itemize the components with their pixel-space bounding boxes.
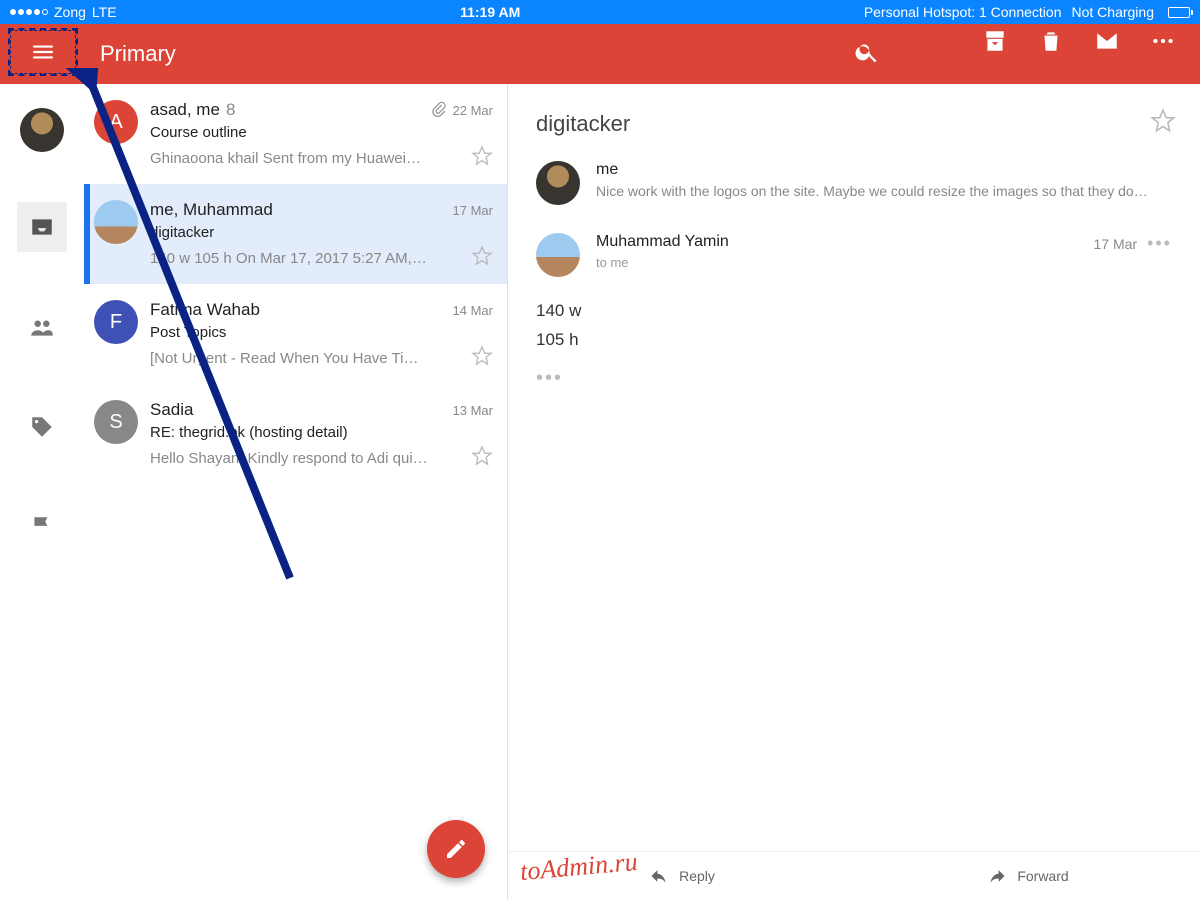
expanded-message: Muhammad Yamin to me 17 Mar ••• 140 w 10… bbox=[508, 225, 1200, 410]
star-toggle[interactable] bbox=[471, 345, 493, 372]
sender-label: me, Muhammad bbox=[150, 200, 273, 220]
reading-pane: digitacker me Nice work with the logos o… bbox=[508, 84, 1200, 900]
subject-label: Post Topics bbox=[150, 324, 493, 341]
attachment-icon bbox=[431, 101, 447, 120]
battery-icon bbox=[1168, 7, 1190, 18]
date-label: 13 Mar bbox=[453, 403, 493, 418]
star-toggle[interactable] bbox=[471, 445, 493, 472]
rail-updates[interactable] bbox=[17, 502, 67, 552]
star-toggle[interactable] bbox=[471, 145, 493, 172]
date-label: 17 Mar bbox=[453, 203, 493, 218]
rail-primary[interactable] bbox=[17, 202, 67, 252]
status-time: 11:19 AM bbox=[117, 4, 864, 20]
rail-social[interactable] bbox=[17, 302, 67, 352]
preview-label: [Not Urgent - Read When You Have Ti… bbox=[150, 350, 463, 367]
subject-label: digitacker bbox=[150, 224, 493, 241]
forward-icon bbox=[985, 866, 1009, 886]
star-toggle[interactable] bbox=[1150, 108, 1176, 139]
date-label: 14 Mar bbox=[453, 303, 493, 318]
collapsed-snippet: Nice work with the logos on the site. Ma… bbox=[596, 183, 1172, 199]
delete-button[interactable] bbox=[1038, 28, 1064, 59]
star-toggle[interactable] bbox=[471, 245, 493, 272]
inbox-icon bbox=[29, 214, 55, 240]
hamburger-icon bbox=[30, 39, 56, 65]
forward-button[interactable]: Forward bbox=[854, 852, 1200, 900]
email-list: Aasad, me 8 22 Mar Course outline Ghinaoona … bbox=[84, 84, 508, 900]
sender-avatar[interactable] bbox=[536, 233, 580, 277]
carrier-label: Zong bbox=[54, 4, 86, 20]
flag-icon bbox=[29, 514, 55, 540]
collapsed-message[interactable]: me Nice work with the logos on the site.… bbox=[508, 151, 1200, 225]
date-label: 22 Mar bbox=[431, 101, 493, 120]
message-body: 140 w 105 h bbox=[536, 297, 1172, 355]
preview-label: Ghinaoona khail Sent from my Huawei… bbox=[150, 150, 463, 167]
email-item[interactable]: F Fatima Wahab 14 Mar Post Topics [Not Urgen… bbox=[84, 284, 507, 384]
expanded-from: Muhammad Yamin bbox=[596, 233, 1078, 251]
sender-avatar bbox=[94, 200, 138, 244]
subject-label: Course outline bbox=[150, 124, 493, 141]
sender-label: Sadia bbox=[150, 400, 193, 420]
message-subject: digitacker bbox=[536, 111, 630, 137]
folder-title[interactable]: Primary bbox=[100, 41, 176, 67]
envelope-icon bbox=[1094, 28, 1120, 54]
hotspot-label: Personal Hotspot: 1 Connection bbox=[864, 4, 1062, 20]
sender-avatar: A bbox=[94, 100, 138, 144]
more-button[interactable] bbox=[1150, 28, 1176, 59]
battery-label: Not Charging bbox=[1072, 4, 1155, 20]
email-item[interactable]: Aasad, me 8 22 Mar Course outline Ghinaoona … bbox=[84, 84, 507, 184]
sender-avatar bbox=[536, 161, 580, 205]
sender-label: asad, me bbox=[150, 100, 220, 120]
sender-label: Fatima Wahab bbox=[150, 300, 260, 320]
sender-avatar: S bbox=[94, 400, 138, 444]
reply-icon bbox=[647, 866, 671, 886]
preview-label: Hello Shayan, Kindly respond to Adi qui… bbox=[150, 450, 463, 467]
sender-avatar: F bbox=[94, 300, 138, 344]
subject-label: RE: thegrid.pk (hosting detail) bbox=[150, 424, 493, 441]
account-avatar[interactable] bbox=[20, 108, 64, 152]
trash-icon bbox=[1038, 28, 1064, 54]
email-item[interactable]: S Sadia 13 Mar RE: thegrid.pk (hosting deta… bbox=[84, 384, 507, 484]
archive-icon bbox=[982, 28, 1008, 54]
mark-unread-button[interactable] bbox=[1094, 28, 1120, 59]
hamburger-highlight bbox=[8, 28, 78, 76]
tag-icon bbox=[29, 414, 55, 440]
show-trimmed-button[interactable]: ••• bbox=[536, 367, 1172, 390]
expanded-to[interactable]: to me bbox=[596, 255, 1078, 270]
archive-button[interactable] bbox=[982, 28, 1008, 59]
preview-label: 140 w 105 h On Mar 17, 2017 5:27 AM,… bbox=[150, 250, 463, 267]
search-button[interactable] bbox=[854, 39, 880, 70]
menu-button[interactable] bbox=[11, 30, 75, 74]
dots-icon bbox=[1150, 28, 1176, 54]
status-bar: Zong LTE 11:19 AM Personal Hotspot: 1 Co… bbox=[0, 0, 1200, 24]
signal-dots-icon bbox=[10, 9, 48, 15]
network-label: LTE bbox=[92, 4, 117, 20]
message-more-button[interactable]: ••• bbox=[1147, 233, 1172, 254]
people-icon bbox=[29, 314, 55, 340]
thread-count: 8 bbox=[226, 100, 235, 120]
expanded-date: 17 Mar bbox=[1094, 236, 1138, 252]
rail-promotions[interactable] bbox=[17, 402, 67, 452]
email-item[interactable]: me, Muhammad 17 Mar digitacker 140 w 105 h … bbox=[84, 184, 507, 284]
search-icon bbox=[854, 39, 880, 65]
account-rail bbox=[0, 84, 84, 900]
app-bar: Primary bbox=[0, 24, 1200, 84]
compose-button[interactable] bbox=[427, 820, 485, 878]
collapsed-from: me bbox=[596, 161, 1172, 179]
pencil-icon bbox=[444, 837, 468, 861]
